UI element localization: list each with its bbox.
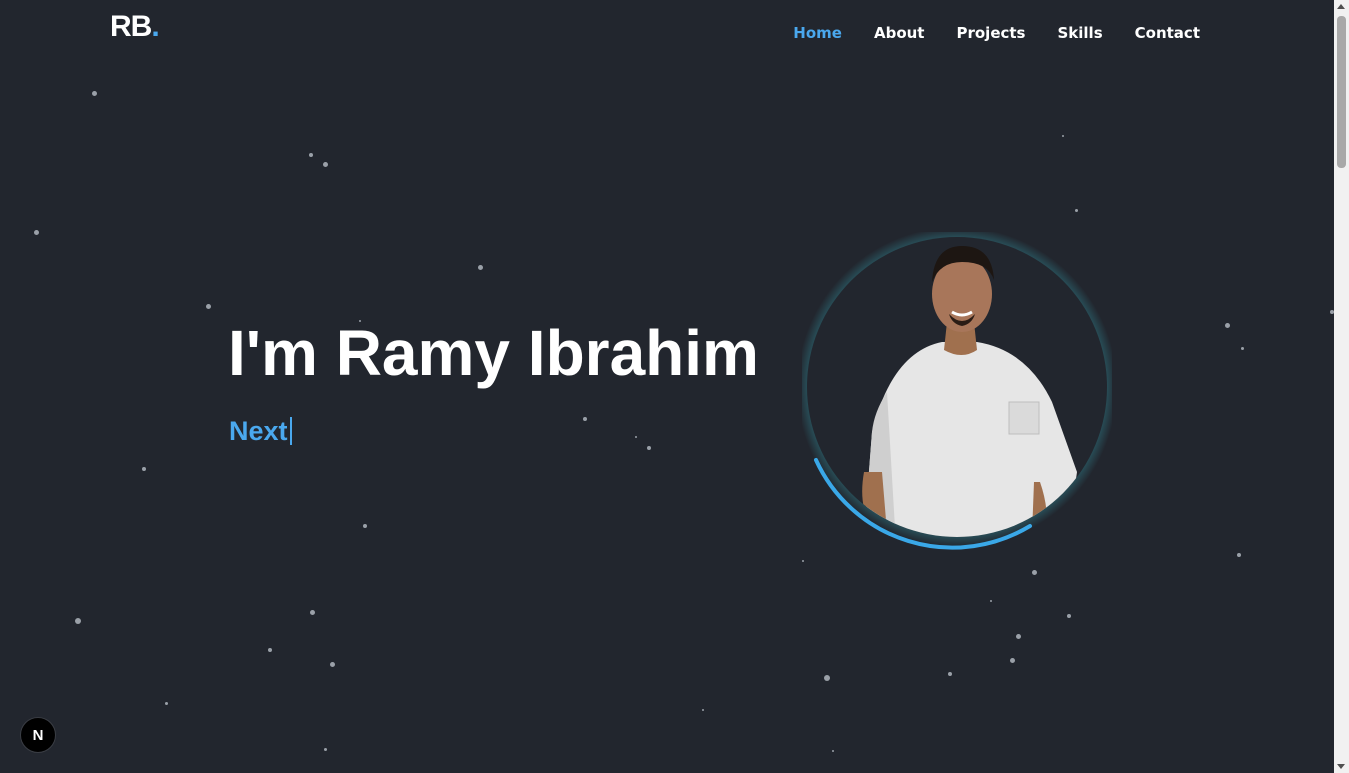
star-dot [33, 229, 39, 235]
scroll-up-arrow-icon[interactable] [1337, 4, 1345, 9]
profile-avatar [802, 232, 1112, 552]
star-dot [948, 672, 952, 676]
star-dot [1009, 657, 1015, 663]
logo-text: RB [110, 10, 152, 43]
star-dot [142, 467, 146, 471]
nav-skills[interactable]: Skills [1058, 24, 1103, 42]
star-dot [164, 701, 168, 705]
page-scrollbar[interactable] [1334, 0, 1349, 773]
page: RB. Home About Projects Skills Contact I… [0, 0, 1334, 773]
star-dot [1015, 633, 1021, 639]
star-dot [309, 609, 315, 615]
star-dot [363, 524, 367, 528]
star-dot [309, 153, 313, 157]
star-dot [1074, 208, 1078, 212]
site-logo[interactable]: RB. [110, 10, 160, 44]
star-dot [323, 747, 327, 751]
scrollbar-thumb[interactable] [1337, 16, 1346, 168]
star-dot [1062, 135, 1064, 137]
scroll-down-arrow-icon[interactable] [1337, 764, 1345, 769]
star-dot [329, 661, 335, 667]
nextjs-dev-badge[interactable]: N [20, 717, 56, 753]
nav-home[interactable]: Home [793, 24, 842, 42]
star-dot [583, 417, 587, 421]
star-dot [1067, 614, 1071, 618]
logo-dot: . [151, 10, 159, 43]
star-dot [75, 618, 81, 624]
star-dot [1240, 346, 1244, 350]
star-dot [1237, 553, 1241, 557]
star-dot [647, 446, 651, 450]
star-dot [322, 161, 328, 167]
star-dot [702, 709, 704, 711]
typed-text: Next [229, 416, 288, 446]
star-dot [268, 648, 272, 652]
typing-cursor [289, 417, 292, 445]
main-nav: Home About Projects Skills Contact [793, 24, 1200, 42]
star-dot [635, 436, 637, 438]
star-dot [1224, 322, 1230, 328]
star-dot [832, 750, 834, 752]
nav-contact[interactable]: Contact [1135, 24, 1200, 42]
star-dot [802, 560, 804, 562]
profile-photo-icon [802, 232, 1112, 550]
star-dot [205, 303, 211, 309]
star-dot [824, 675, 830, 681]
nextjs-logo-icon: N [32, 726, 44, 744]
star-dot [477, 264, 483, 270]
typed-role-text: Next [229, 416, 292, 447]
hero-title: I'm Ramy Ibrahim [228, 317, 759, 389]
star-dot [1031, 569, 1037, 575]
nav-about[interactable]: About [874, 24, 925, 42]
star-dot [990, 600, 992, 602]
star-dot [91, 90, 97, 96]
nav-projects[interactable]: Projects [956, 24, 1025, 42]
